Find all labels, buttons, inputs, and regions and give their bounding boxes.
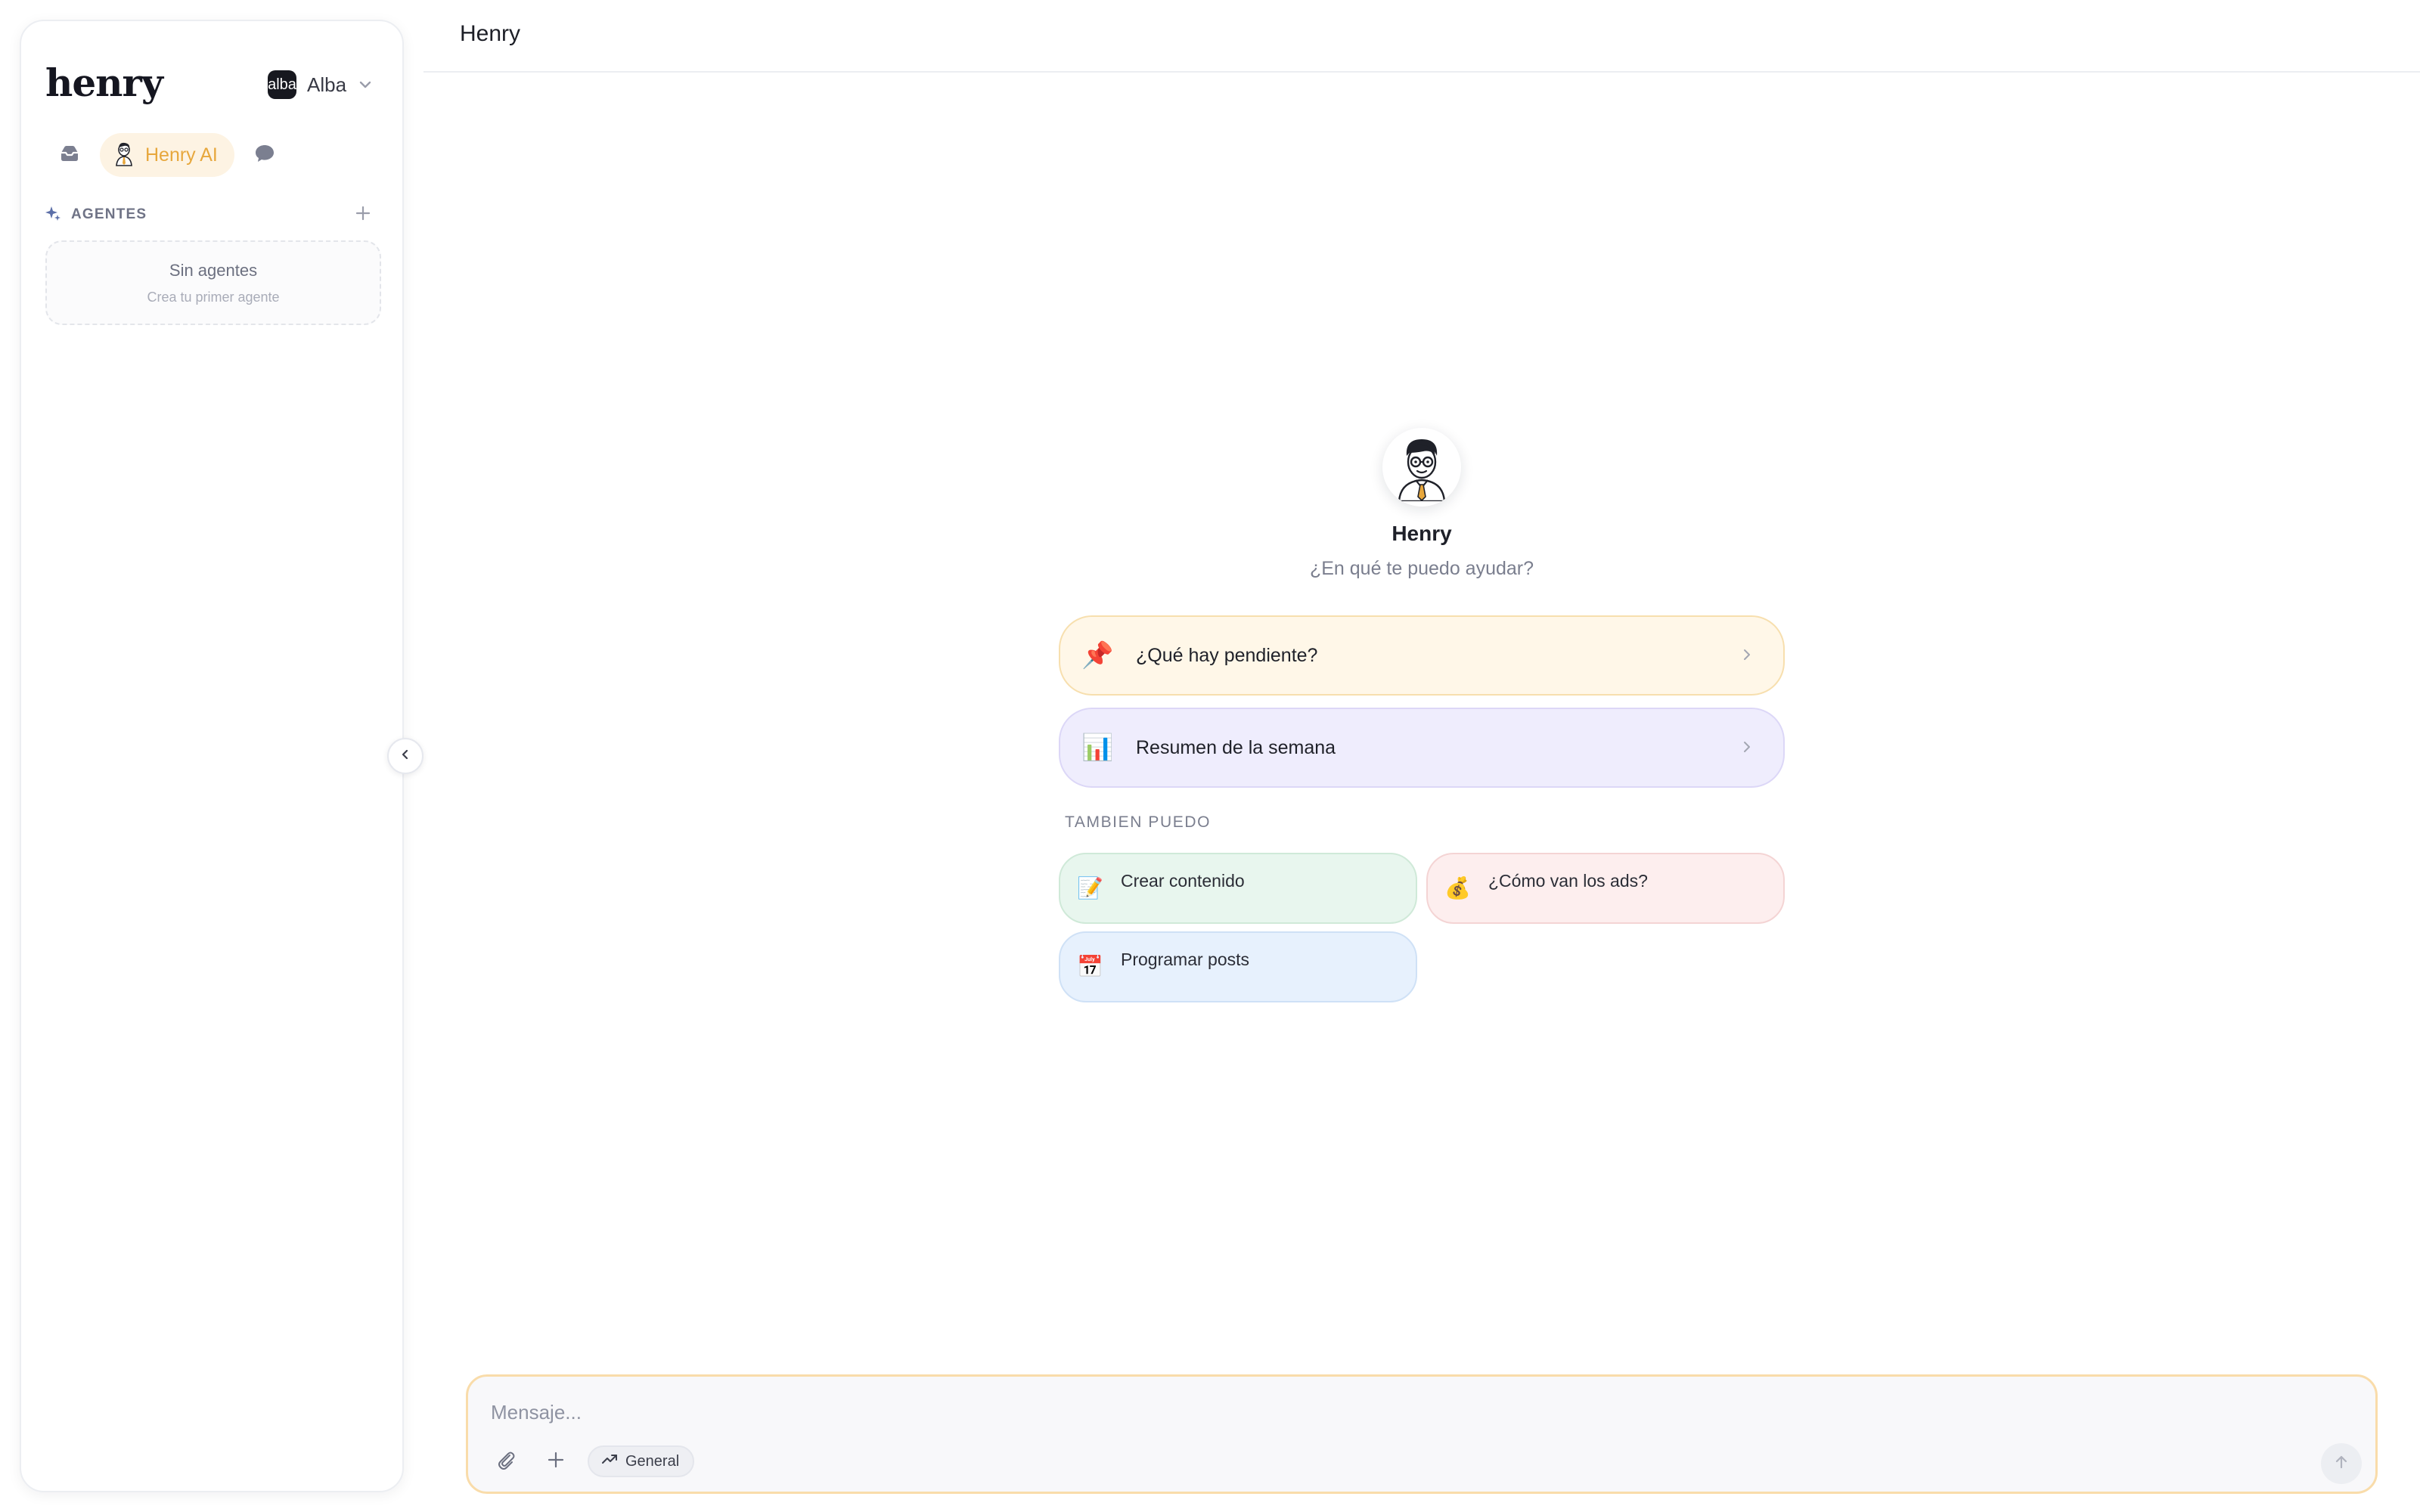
- assistant-name: Henry: [1392, 522, 1452, 545]
- sidebar-nav: Henry AI: [48, 133, 286, 177]
- nav-henry-ai-label: Henry AI: [145, 144, 218, 166]
- add-agent-button[interactable]: [349, 201, 377, 228]
- page-title: Henry: [460, 21, 521, 46]
- composer-toolbar: General: [488, 1443, 695, 1479]
- app-logo[interactable]: henry: [45, 60, 163, 105]
- plus-icon: [354, 204, 372, 226]
- nav-henry-ai[interactable]: Henry AI: [100, 133, 234, 177]
- suggestion-ads-label: ¿Cómo van los ads?: [1488, 871, 1648, 891]
- agents-section-title: AGENTES: [71, 206, 147, 222]
- sparkle-icon: [44, 204, 62, 226]
- chevron-left-icon: [398, 747, 413, 766]
- main-header: Henry: [424, 0, 2420, 73]
- nav-inbox[interactable]: [48, 134, 91, 176]
- sidebar: henry alba Alba Henry AI AGENTES Sin age…: [20, 20, 404, 1492]
- nav-chat[interactable]: [244, 134, 286, 176]
- suggestion-ads-button[interactable]: 💰 ¿Cómo van los ads?: [1426, 853, 1785, 924]
- mode-label: General: [625, 1452, 680, 1470]
- mode-selector[interactable]: General: [588, 1445, 695, 1477]
- suggestion-schedule-posts-button[interactable]: 📅 Programar posts: [1059, 931, 1417, 1002]
- workspace-avatar: alba: [268, 70, 296, 99]
- agents-empty-state[interactable]: Sin agentes Crea tu primer agente: [45, 240, 381, 325]
- suggestion-pending-button[interactable]: 📌 ¿Qué hay pendiente?: [1059, 615, 1785, 696]
- suggestion-create-content-button[interactable]: 📝 Crear contenido: [1059, 853, 1417, 924]
- pushpin-icon: 📌: [1081, 641, 1114, 670]
- memo-icon: 📝: [1077, 876, 1103, 900]
- chat-bubble-icon: [253, 142, 276, 169]
- workspace-switcher[interactable]: alba Alba: [268, 64, 374, 106]
- assistant-greeting: ¿En qué te puedo ayudar?: [1309, 558, 1534, 579]
- calendar-icon: 📅: [1077, 955, 1103, 978]
- arrow-up-icon: [2332, 1453, 2350, 1475]
- henry-portrait-icon: [1398, 439, 1446, 501]
- henry-avatar-icon: [112, 141, 136, 170]
- empty-title: Sin agentes: [169, 260, 258, 280]
- message-input[interactable]: [491, 1395, 2230, 1430]
- add-button[interactable]: [538, 1443, 574, 1479]
- henry-avatar: [1382, 428, 1461, 507]
- paperclip-icon: [495, 1448, 517, 1475]
- trending-up-icon: [601, 1451, 618, 1472]
- suggestion-pending-label: ¿Qué hay pendiente?: [1136, 644, 1318, 666]
- workspace-name: Alba: [307, 73, 347, 96]
- chevron-down-icon: [357, 76, 374, 93]
- suggestion-create-content-label: Crear contenido: [1121, 871, 1245, 891]
- suggestion-weekly-summary-label: Resumen de la semana: [1136, 736, 1336, 758]
- suggestion-weekly-summary-button[interactable]: 📊 Resumen de la semana: [1059, 708, 1785, 788]
- collapse-sidebar-button[interactable]: [387, 738, 424, 774]
- suggestion-schedule-posts-label: Programar posts: [1121, 950, 1250, 969]
- send-button[interactable]: [2321, 1443, 2362, 1484]
- empty-subtitle: Crea tu primer agente: [147, 289, 280, 305]
- attach-button[interactable]: [488, 1443, 524, 1479]
- agents-header: AGENTES: [44, 201, 377, 228]
- also-can-heading: TAMBIEN PUEDO: [1065, 813, 1212, 831]
- plus-icon: [546, 1450, 566, 1473]
- chevron-right-icon: [1738, 646, 1756, 668]
- chevron-right-icon: [1738, 738, 1756, 760]
- inbox-icon: [58, 142, 81, 169]
- bar-chart-icon: 📊: [1081, 733, 1114, 762]
- money-bag-icon: 💰: [1444, 876, 1471, 900]
- message-composer: General: [466, 1374, 2378, 1494]
